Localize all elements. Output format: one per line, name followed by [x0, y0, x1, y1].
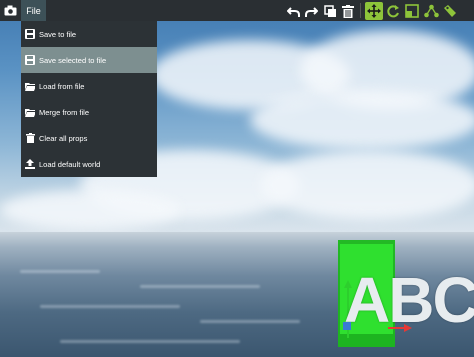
- upload-icon: [25, 159, 35, 169]
- undo-icon: [286, 6, 300, 17]
- menu-item-save-to-file[interactable]: Save to file: [21, 21, 157, 47]
- cloud: [250, 90, 474, 150]
- move-tool-button[interactable]: [365, 2, 383, 20]
- move-icon: [367, 4, 381, 18]
- scale-icon: [405, 4, 419, 18]
- tag-icon: [444, 5, 456, 17]
- file-dropdown-menu: Save to file Save selected to file Load …: [21, 21, 157, 177]
- menu-item-label: Save selected to file: [39, 55, 107, 65]
- menu-item-merge-from-file[interactable]: Merge from file: [21, 99, 157, 125]
- menu-item-label: Load default world: [39, 159, 101, 169]
- wave: [140, 285, 260, 288]
- wave: [60, 340, 240, 343]
- menu-item-load-default-world[interactable]: Load default world: [21, 151, 157, 177]
- cloud: [0, 190, 180, 230]
- z-axis-handle-icon[interactable]: [343, 322, 351, 330]
- menu-item-label: Merge from file: [39, 107, 90, 117]
- scale-tool-button[interactable]: [403, 2, 421, 20]
- menu-item-label: Load from file: [39, 81, 85, 91]
- folder-open-icon: [25, 81, 35, 91]
- group-icon: [423, 4, 439, 18]
- wave: [20, 270, 100, 273]
- cloud: [260, 150, 474, 220]
- camera-button[interactable]: [0, 0, 20, 21]
- delete-button[interactable]: [339, 2, 357, 20]
- toolbar-divider: [360, 3, 361, 18]
- file-menu-button[interactable]: File: [21, 0, 46, 21]
- rotate-icon: [387, 5, 399, 18]
- folder-open-icon: [25, 107, 35, 117]
- redo-icon: [304, 6, 318, 17]
- redo-button[interactable]: [302, 2, 320, 20]
- delete-icon: [342, 4, 354, 18]
- copy-button[interactable]: [321, 2, 339, 20]
- copy-icon: [323, 4, 336, 17]
- menu-item-label: Save to file: [39, 29, 77, 39]
- x-axis-handle-icon[interactable]: [388, 322, 412, 334]
- trash-icon: [25, 133, 35, 143]
- undo-button[interactable]: [284, 2, 302, 20]
- wave: [200, 320, 300, 323]
- menu-item-save-selected-to-file[interactable]: Save selected to file: [21, 47, 157, 73]
- wave: [40, 305, 180, 308]
- menu-item-clear-all-props[interactable]: Clear all props: [21, 125, 157, 151]
- tag-tool-button[interactable]: [441, 2, 459, 20]
- save-icon: [25, 29, 35, 39]
- rotate-tool-button[interactable]: [384, 2, 402, 20]
- menu-item-label: Clear all props: [39, 133, 88, 143]
- toolbar: File: [0, 0, 474, 21]
- group-tool-button[interactable]: [422, 2, 440, 20]
- camera-icon: [4, 5, 16, 16]
- menu-item-load-from-file[interactable]: Load from file: [21, 73, 157, 99]
- save-icon: [25, 55, 35, 65]
